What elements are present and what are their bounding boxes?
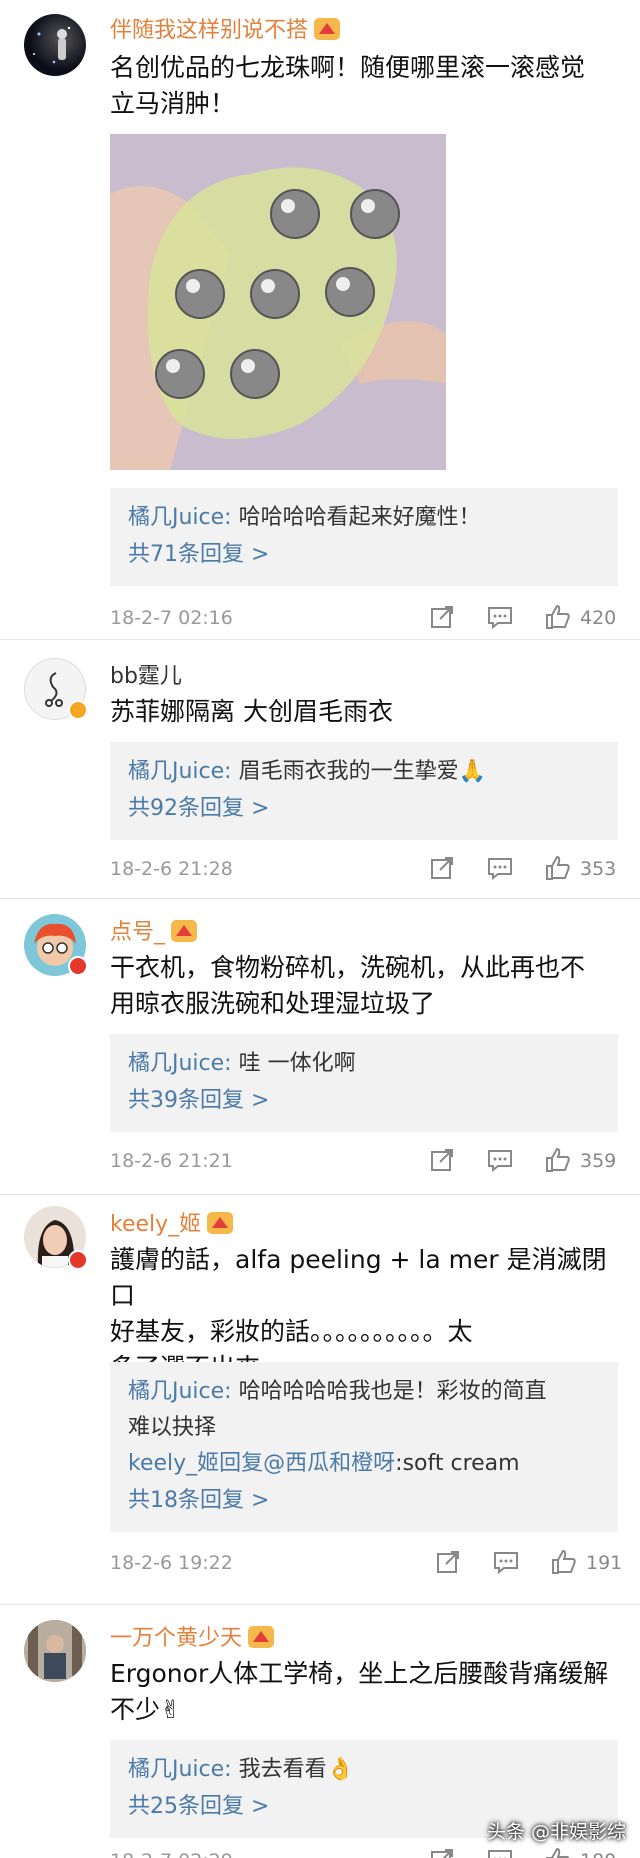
- avatar[interactable]: [24, 1620, 86, 1682]
- vip-crown-icon: [207, 1212, 234, 1234]
- username[interactable]: bb霆儿: [110, 658, 182, 690]
- like-count: 180: [580, 1850, 616, 1858]
- username[interactable]: 点号_: [110, 914, 198, 946]
- view-replies-link[interactable]: 共39条回复 >: [128, 1082, 600, 1120]
- thumbs-up-icon[interactable]: [544, 1846, 572, 1858]
- comment-item: 伴随我这样别说不搭 名创优品的七龙珠啊！随便哪里滚一滚感觉 立马消肿！ 橘几Ju…: [0, 0, 640, 640]
- like-count: 353: [580, 858, 617, 880]
- divider: [0, 898, 640, 899]
- reply-line-continued: 难以抉择: [128, 1415, 217, 1440]
- thumbs-up-icon[interactable]: [550, 1548, 578, 1576]
- share-icon[interactable]: [428, 1846, 456, 1858]
- verified-badge-icon: [68, 700, 88, 720]
- comment-text: 苏菲娜隔离 大创眉毛雨衣: [110, 697, 393, 726]
- reply-preview-box[interactable]: 橘几Juice: 哈哈哈哈看起来好魔性！ 共71条回复 >: [110, 488, 618, 586]
- share-icon[interactable]: [428, 854, 456, 882]
- username[interactable]: 一万个黄少天: [110, 1620, 275, 1652]
- verified-badge-icon: [68, 956, 88, 976]
- share-icon[interactable]: [428, 1146, 456, 1174]
- reply-preview-box[interactable]: 橘几Juice: 哇 一体化啊 共39条回复 >: [110, 1034, 618, 1132]
- thumbs-up-icon[interactable]: [544, 1146, 572, 1174]
- comment-time: 18-2-6 21:21: [110, 1150, 233, 1172]
- massage-roller-photo: [110, 134, 446, 470]
- vip-crown-icon: [171, 920, 198, 942]
- reply-line: keely_姬回复@西瓜和橙呀:soft cream: [128, 1451, 520, 1476]
- comment-icon[interactable]: [486, 1846, 514, 1858]
- comment-time: 18-2-7 02:16: [110, 607, 233, 629]
- comment-icon[interactable]: [486, 854, 514, 882]
- comment-item: 点号_ 干衣机，食物粉碎机，洗碗机，从此再也不 用晾衣服洗碗和处理湿垃圾了 橘几…: [0, 900, 640, 1196]
- comment-meta: 18-2-7 02:29 180: [110, 1844, 620, 1858]
- comment-image[interactable]: [110, 134, 446, 470]
- reply-line: 橘几Juice: 眉毛雨衣我的一生挚爱🙏: [128, 759, 486, 784]
- reply-line: 橘几Juice: 哈哈哈哈看起来好魔性！: [128, 505, 481, 530]
- comment-meta: 18-2-7 02:16 420: [110, 601, 620, 635]
- like-count: 359: [580, 1150, 617, 1172]
- comment-meta: 18-2-6 19:22 191: [110, 1546, 623, 1580]
- reply-line: 橘几Juice: 哈哈哈哈哈我也是！彩妆的简直: [128, 1379, 547, 1404]
- avatar[interactable]: [24, 14, 86, 76]
- avatar-image: [33, 26, 71, 64]
- watermark: 头条 @非娱影综: [486, 1821, 626, 1843]
- comment-meta: 18-2-6 21:28 353: [110, 852, 620, 886]
- reply-line: 橘几Juice: 哇 一体化啊: [128, 1051, 356, 1076]
- share-icon[interactable]: [434, 1548, 462, 1576]
- verified-badge-icon: [68, 1250, 88, 1270]
- username[interactable]: keely_姬: [110, 1206, 234, 1238]
- comment-text: 干衣机，食物粉碎机，洗碗机，从此再也不 用晾衣服洗碗和处理湿垃圾了: [110, 953, 586, 1018]
- reply-preview-box[interactable]: 橘几Juice: 哈哈哈哈哈我也是！彩妆的简直 难以抉择 keely_姬回复@西…: [110, 1362, 618, 1532]
- view-replies-link[interactable]: 共92条回复 >: [128, 790, 600, 828]
- divider: [0, 1604, 640, 1605]
- thumbs-up-icon[interactable]: [544, 854, 572, 882]
- username[interactable]: 伴随我这样别说不搭: [110, 12, 341, 44]
- comment-time: 18-2-7 02:29: [110, 1850, 233, 1858]
- reply-line: 橘几Juice: 我去看看👌: [128, 1757, 354, 1782]
- share-icon[interactable]: [428, 603, 456, 631]
- thumbs-up-icon[interactable]: [544, 603, 572, 631]
- view-replies-link[interactable]: 共71条回复 >: [128, 536, 600, 574]
- view-replies-link[interactable]: 共18条回复 >: [128, 1482, 600, 1520]
- comment-icon[interactable]: [492, 1548, 520, 1576]
- comment-time: 18-2-6 19:22: [110, 1552, 233, 1574]
- vip-crown-icon: [314, 18, 341, 40]
- comment-time: 18-2-6 21:28: [110, 858, 233, 880]
- comment-item: keely_姬 護膚的話，alfa peeling + la mer 是消滅閉口…: [0, 1196, 640, 1606]
- like-count: 420: [580, 607, 617, 629]
- reply-preview-box[interactable]: 橘几Juice: 眉毛雨衣我的一生挚爱🙏 共92条回复 >: [110, 742, 618, 840]
- avatar-image: [24, 1620, 86, 1682]
- vip-crown-icon: [248, 1626, 275, 1648]
- comment-icon[interactable]: [486, 1146, 514, 1174]
- divider: [0, 1194, 640, 1195]
- comment-icon[interactable]: [486, 603, 514, 631]
- comment-meta: 18-2-6 21:21 359: [110, 1144, 620, 1178]
- comment-item: bb霆儿 苏菲娜隔离 大创眉毛雨衣 橘几Juice: 眉毛雨衣我的一生挚爱🙏 共…: [0, 640, 640, 900]
- comment-text: 名创优品的七龙珠啊！随便哪里滚一滚感觉 立马消肿！: [110, 53, 586, 118]
- like-count: 191: [586, 1552, 623, 1574]
- comment-text: Ergonor人体工学椅，坐上之后腰酸背痛缓解 不少✌: [110, 1659, 609, 1724]
